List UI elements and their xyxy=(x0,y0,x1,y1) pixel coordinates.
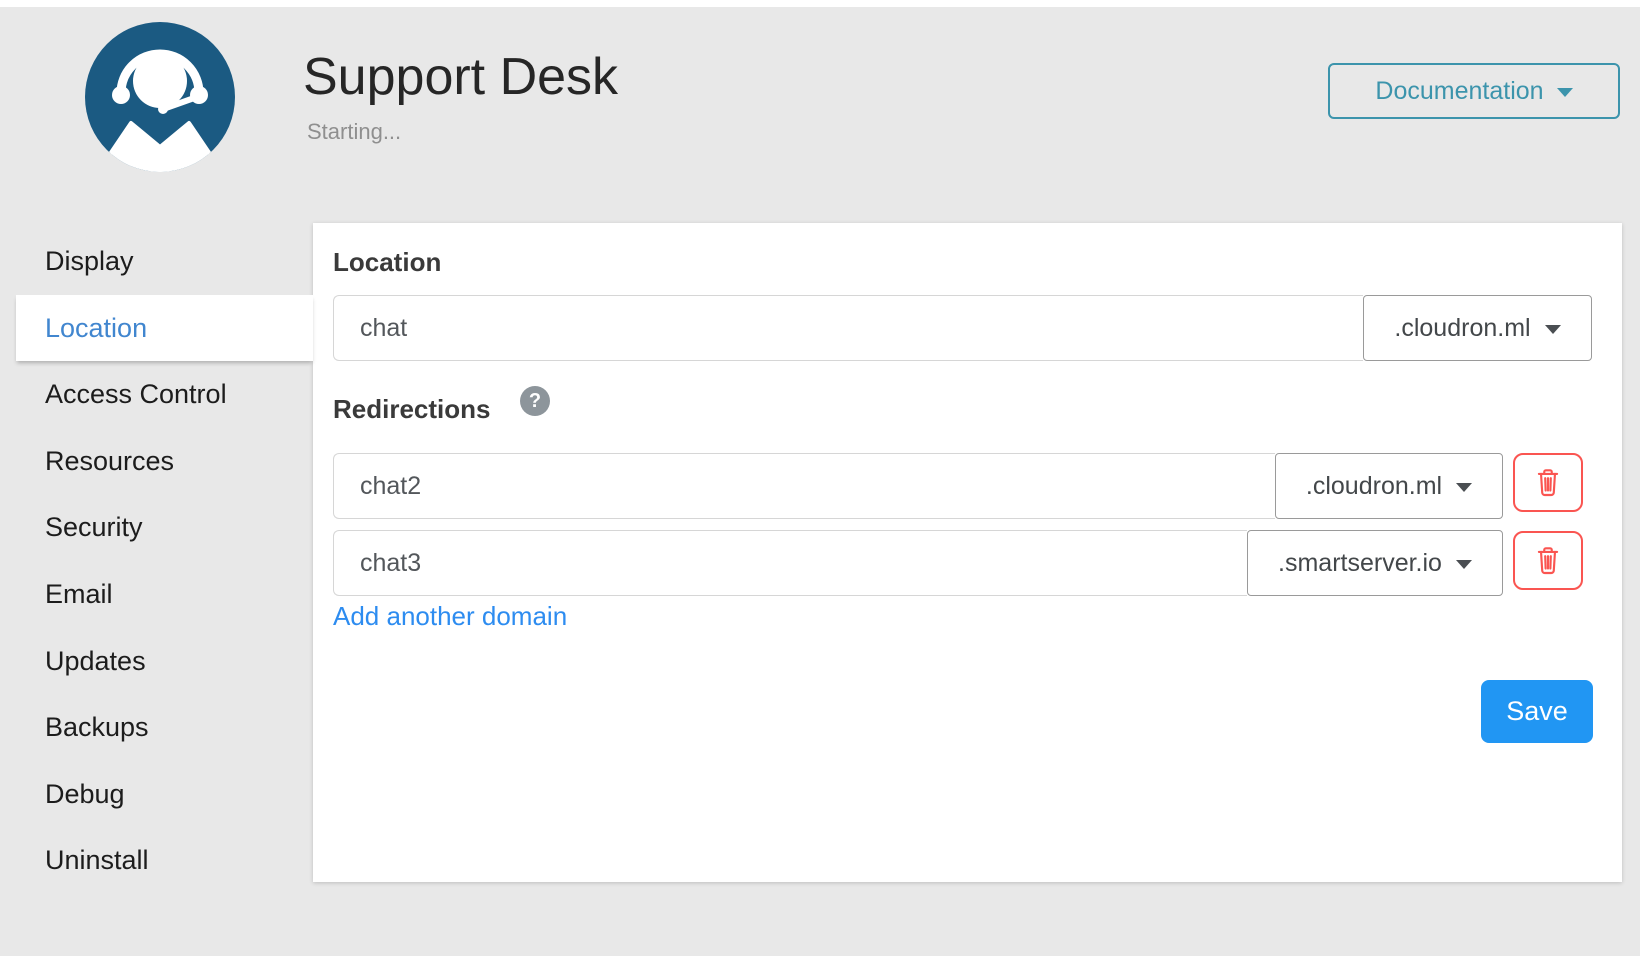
app-status-text: Starting... xyxy=(307,119,401,145)
location-domain-select[interactable]: .cloudron.ml xyxy=(1363,295,1592,361)
location-subdomain-input[interactable] xyxy=(333,295,1363,361)
redirect-subdomain-input[interactable] xyxy=(333,530,1247,596)
sidebar-item-access-control[interactable]: Access Control xyxy=(16,361,313,428)
delete-redirect-button[interactable] xyxy=(1513,531,1583,590)
sidebar-item-display[interactable]: Display xyxy=(16,228,313,295)
page-title: Support Desk xyxy=(303,48,618,106)
sidebar-item-location[interactable]: Location xyxy=(16,295,313,362)
chevron-down-icon xyxy=(1456,560,1472,569)
documentation-button-label: Documentation xyxy=(1375,77,1543,106)
sidebar-item-security[interactable]: Security xyxy=(16,494,313,561)
redirect-subdomain-input[interactable] xyxy=(333,453,1275,519)
chevron-down-icon xyxy=(1456,483,1472,492)
chevron-down-icon xyxy=(1557,88,1573,97)
sidebar-item-backups[interactable]: Backups xyxy=(16,694,313,761)
sidebar-item-debug[interactable]: Debug xyxy=(16,761,313,828)
sidebar-item-updates[interactable]: Updates xyxy=(16,628,313,695)
trash-icon xyxy=(1535,546,1561,576)
sidebar-item-email[interactable]: Email xyxy=(16,561,313,628)
support-agent-headset-icon xyxy=(85,22,235,172)
save-button[interactable]: Save xyxy=(1481,680,1593,743)
top-strip xyxy=(0,0,1640,7)
documentation-button[interactable]: Documentation xyxy=(1328,63,1620,119)
redirect-domain-select-value: .cloudron.ml xyxy=(1306,472,1442,501)
sidebar-item-resources[interactable]: Resources xyxy=(16,428,313,495)
chevron-down-icon xyxy=(1545,325,1561,334)
redirections-section-heading: Redirections xyxy=(333,394,491,424)
location-settings-panel: Location .cloudron.ml Redirections ? .cl… xyxy=(313,223,1622,882)
settings-sidebar: Display Location Access Control Resource… xyxy=(0,228,313,894)
location-section-heading: Location xyxy=(333,247,441,277)
delete-redirect-button[interactable] xyxy=(1513,453,1583,512)
location-domain-select-value: .cloudron.ml xyxy=(1394,314,1530,343)
add-another-domain-link[interactable]: Add another domain xyxy=(333,601,567,632)
app-avatar xyxy=(85,22,235,172)
redirect-domain-select[interactable]: .smartserver.io xyxy=(1247,530,1503,596)
trash-icon xyxy=(1535,468,1561,498)
help-icon[interactable]: ? xyxy=(520,386,550,416)
sidebar-item-uninstall[interactable]: Uninstall xyxy=(16,827,313,894)
redirect-domain-select-value: .smartserver.io xyxy=(1278,549,1442,578)
redirect-domain-select[interactable]: .cloudron.ml xyxy=(1275,453,1503,519)
